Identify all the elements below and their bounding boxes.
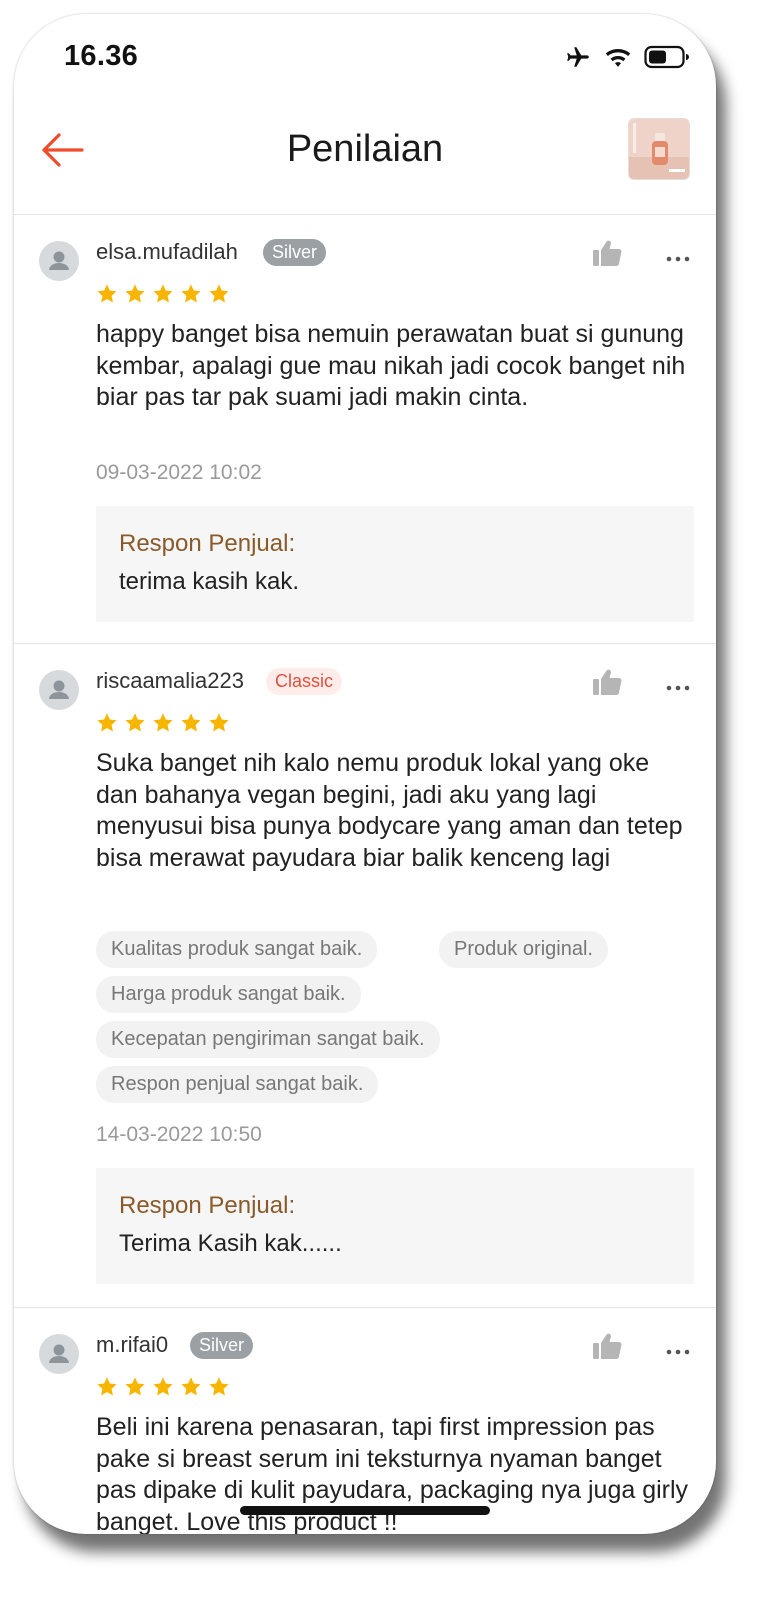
review-date: 14-03-2022 10:50 <box>96 1123 262 1146</box>
star-icon <box>181 1377 201 1396</box>
app-bar: Penilaian <box>14 104 716 215</box>
product-thumbnail[interactable] <box>628 118 690 180</box>
rating-stars <box>96 712 230 734</box>
review-tag: Respon penjual sangat baik. <box>96 1066 379 1103</box>
seller-reply-box: Respon Penjual: Terima Kasih kak...... <box>96 1168 694 1284</box>
battery-icon <box>644 45 689 69</box>
member-badge: Classic <box>266 668 343 695</box>
star-icon <box>125 284 145 303</box>
review-date: 09-03-2022 10:02 <box>96 461 262 484</box>
star-icon <box>181 284 201 303</box>
review-card: elsa.mufadilah Silver happy banget bisa … <box>14 215 716 644</box>
thumbs-up-icon <box>593 240 622 266</box>
star-icon <box>153 713 173 732</box>
star-icon <box>209 1377 229 1396</box>
review-card: riscaamalia223 Classic Suka banget nih k… <box>14 644 716 1308</box>
star-icon <box>181 713 201 732</box>
star-icon <box>125 713 145 732</box>
star-icon <box>153 1377 173 1396</box>
review-username[interactable]: riscaamalia223 <box>96 668 244 694</box>
airplane-icon <box>567 47 589 67</box>
review-text: happy banget bisa nemuin perawatan buat … <box>96 320 686 411</box>
more-options-button[interactable] <box>666 1344 690 1355</box>
like-button[interactable] <box>592 1332 622 1360</box>
star-icon <box>209 284 229 303</box>
more-options-button[interactable] <box>666 251 690 262</box>
review-tag: Kualitas produk sangat baik. <box>96 931 378 968</box>
review-username[interactable]: m.rifai0 <box>96 1332 168 1358</box>
home-indicator <box>240 1506 490 1515</box>
avatar <box>39 670 79 710</box>
seller-reply-text: terima kasih kak. <box>119 568 300 595</box>
seller-reply-box: Respon Penjual: terima kasih kak. <box>96 506 694 622</box>
review-tag: Kecepatan pengiriman sangat baik. <box>96 1021 440 1058</box>
thumbs-up-icon <box>593 669 622 695</box>
more-icon <box>666 1349 690 1355</box>
review-card: m.rifai0 Silver Beli ini karena penasara… <box>14 1308 716 1534</box>
avatar <box>39 241 79 281</box>
star-icon <box>97 713 117 732</box>
avatar <box>39 1334 79 1374</box>
rating-stars <box>96 1376 230 1398</box>
seller-reply-label: Respon Penjual: <box>119 530 296 557</box>
star-icon <box>125 1377 145 1396</box>
like-button[interactable] <box>592 668 622 696</box>
thumbs-up-icon <box>593 1333 622 1359</box>
review-tag: Produk original. <box>439 931 608 968</box>
more-icon <box>666 256 690 262</box>
review-text: Suka banget nih kalo nemu produk lokal y… <box>96 749 683 872</box>
star-icon <box>97 1377 117 1396</box>
review-tag: Harga produk sangat baik. <box>96 976 361 1013</box>
star-icon <box>97 284 117 303</box>
more-options-button[interactable] <box>666 680 690 691</box>
member-badge: Silver <box>190 1332 254 1359</box>
review-username[interactable]: elsa.mufadilah <box>96 239 238 265</box>
status-icons <box>564 44 690 70</box>
wifi-icon <box>605 49 631 67</box>
seller-reply-label: Respon Penjual: <box>119 1192 296 1219</box>
status-bar: 16.36 <box>14 14 716 104</box>
review-text: Beli ini karena penasaran, tapi first im… <box>96 1413 689 1534</box>
page-title: Penilaian <box>286 128 444 170</box>
member-badge: Silver <box>263 239 327 266</box>
star-icon <box>209 713 229 732</box>
star-icon <box>153 284 173 303</box>
rating-stars <box>96 283 230 305</box>
phone-screen: 16.36 Penilaian elsa.mufadilah Silver ha… <box>14 14 716 1534</box>
status-time: 16.36 <box>64 40 139 72</box>
like-button[interactable] <box>592 239 622 267</box>
more-icon <box>666 685 690 691</box>
seller-reply-text: Terima Kasih kak...... <box>119 1230 342 1257</box>
